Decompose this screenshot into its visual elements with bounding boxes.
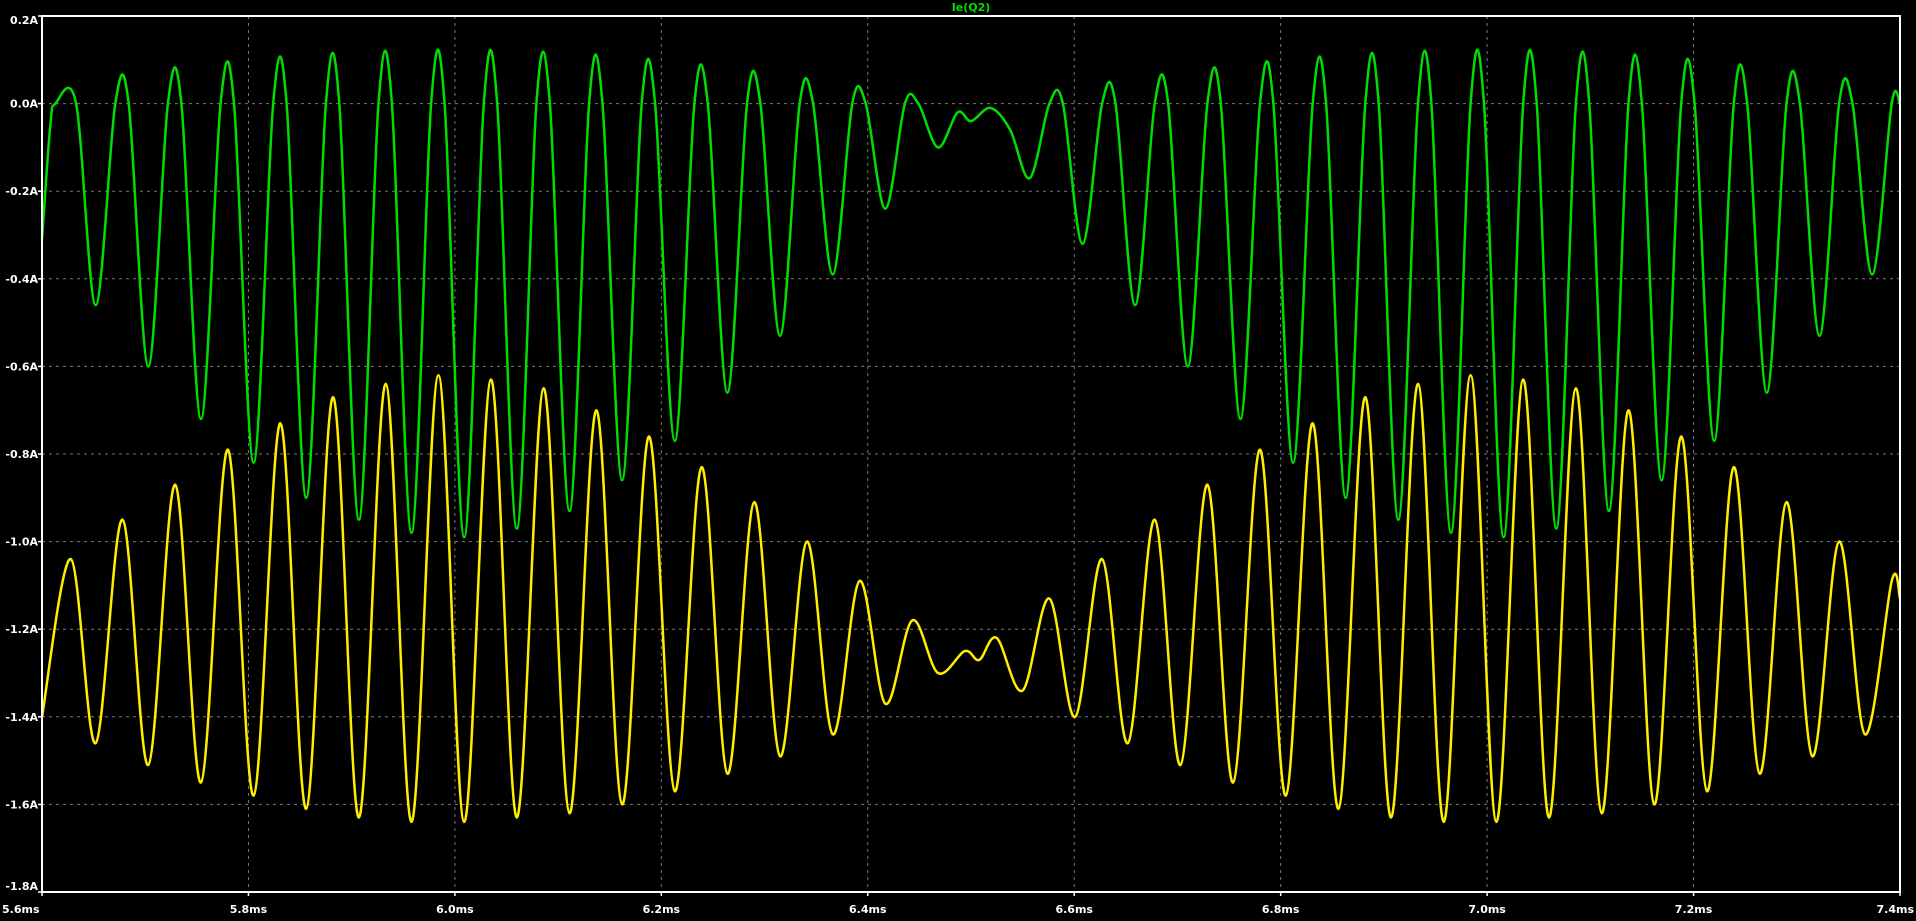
- x-tick-label: 7.2ms: [1675, 903, 1713, 916]
- y-tick-label: -1.4A: [5, 711, 38, 724]
- x-tick-label: 6.4ms: [849, 903, 887, 916]
- x-tick-label: 6.6ms: [1055, 903, 1093, 916]
- y-tick-label: -0.6A: [5, 360, 38, 373]
- y-tick-label: 0.0A: [10, 98, 38, 111]
- plot-svg: 5.6ms 5.8ms 6.0ms 6.2ms 6.4ms 6.6ms 6.8ms 7.0ms…: [0, 0, 1916, 917]
- x-tick-label: 6.2ms: [643, 903, 681, 916]
- y-tick-label: -0.8A: [5, 448, 38, 461]
- y-tick-label: -1.2A: [5, 623, 38, 636]
- legend-entry-ie-q2[interactable]: Ie(Q2): [952, 1, 991, 14]
- y-tick-label: -0.2A: [5, 185, 38, 198]
- waveform-plot: 5.6ms 5.8ms 6.0ms 6.2ms 6.4ms 6.6ms 6.8ms 7.0ms…: [0, 0, 1916, 917]
- x-tick-label: 6.8ms: [1262, 903, 1300, 916]
- x-tick-label: 5.8ms: [230, 903, 268, 916]
- x-tick-label: 7.4ms: [1877, 903, 1915, 916]
- y-tick-label: -0.4A: [5, 273, 38, 286]
- x-tick-label: 5.6ms: [2, 903, 40, 916]
- y-tick-label: 0.2A: [10, 14, 38, 27]
- y-tick-label: -1.6A: [5, 798, 38, 811]
- x-tick-label: 7.0ms: [1468, 903, 1506, 916]
- y-tick-label: -1.0A: [5, 536, 38, 549]
- x-tick-label: 6.0ms: [436, 903, 474, 916]
- y-tick-label: -1.8A: [5, 880, 38, 893]
